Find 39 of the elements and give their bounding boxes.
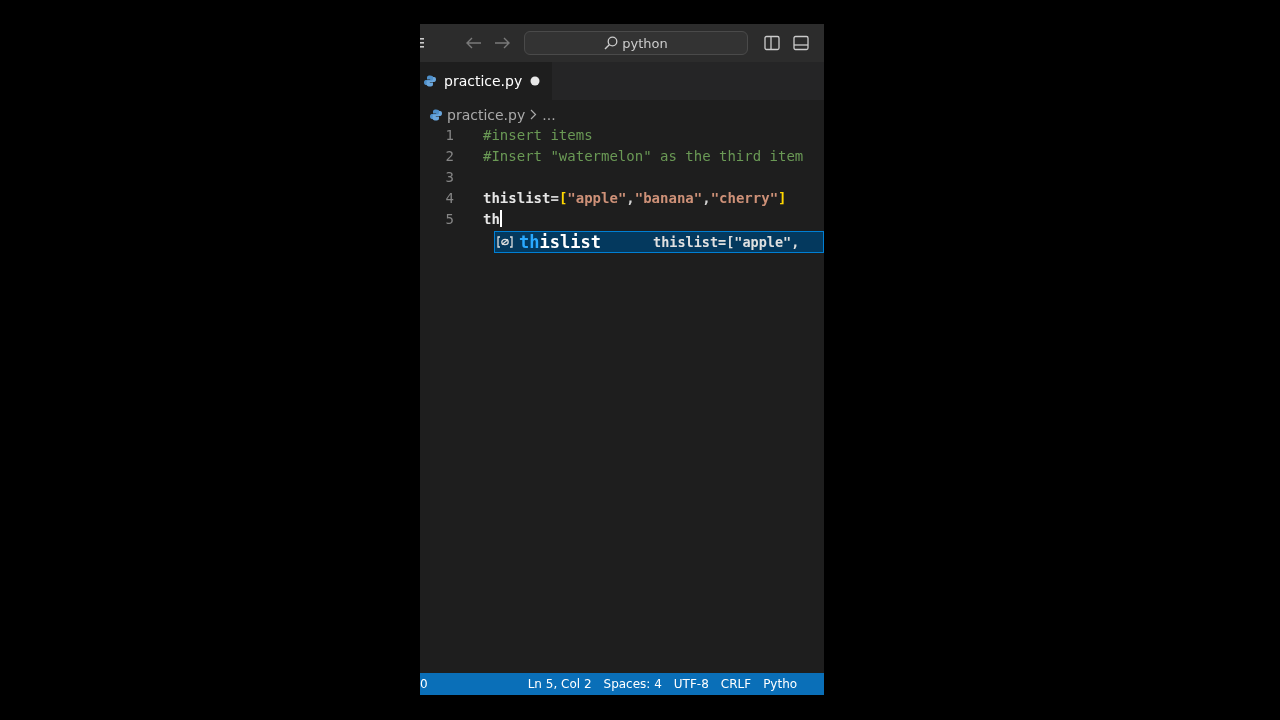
code-punctuation: , xyxy=(626,189,635,206)
code-punctuation: = xyxy=(550,189,559,206)
chevron-right-icon xyxy=(530,109,538,120)
status-item[interactable]: CRLF xyxy=(720,677,752,691)
code-comment: #Insert "watermelon" as the third item xyxy=(483,147,804,164)
variable-icon xyxy=(497,236,513,248)
code-identifier: thislist xyxy=(483,189,551,206)
code-string: "apple" xyxy=(567,189,627,206)
code-string: "cherry" xyxy=(710,189,779,206)
panel-layout-icon[interactable] xyxy=(793,35,809,51)
line-number: 3 xyxy=(444,168,454,185)
code-comment: #insert items xyxy=(483,126,593,143)
code-bracket: [ xyxy=(558,189,568,206)
python-file-icon xyxy=(424,75,436,87)
line-number: 2 xyxy=(444,147,454,164)
back-arrow-icon[interactable] xyxy=(466,37,482,49)
line-number: 1 xyxy=(444,126,454,143)
menu-icon[interactable] xyxy=(420,38,424,48)
breadcrumb-item[interactable]: practice.py xyxy=(447,106,526,123)
status-item[interactable]: UTF-8 xyxy=(673,677,709,691)
search-field[interactable]: python xyxy=(524,31,748,55)
editor-tab[interactable]: practice.py xyxy=(420,62,553,100)
forward-arrow-icon[interactable] xyxy=(494,37,510,49)
sidebar-layout-icon[interactable] xyxy=(764,35,780,51)
status-item[interactable]: Spaces: 4 xyxy=(603,677,662,691)
autocomplete-item[interactable]: thislist thislist=["apple", xyxy=(494,231,824,253)
search-icon xyxy=(604,36,619,50)
python-file-icon xyxy=(430,108,442,121)
status-item[interactable]: 0 xyxy=(420,677,428,691)
code-bracket: ] xyxy=(778,189,787,206)
tab-title: practice.py xyxy=(444,73,523,89)
line-number: 5 xyxy=(444,210,454,227)
breadcrumb-item[interactable]: ... xyxy=(542,106,556,123)
code-string: "banana" xyxy=(634,189,703,206)
status-item[interactable]: Ln 5, Col 2 xyxy=(527,677,592,691)
status-item[interactable]: Pytho xyxy=(763,677,798,691)
code-identifier: th xyxy=(483,210,500,227)
line-number: 4 xyxy=(444,189,454,206)
code-punctuation: , xyxy=(702,189,711,206)
